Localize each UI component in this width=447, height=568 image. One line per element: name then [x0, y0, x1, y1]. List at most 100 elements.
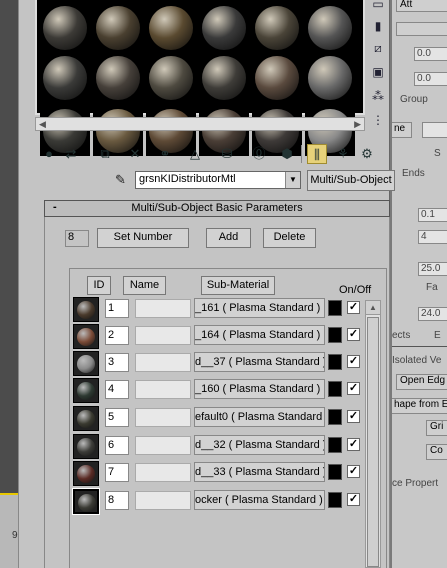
scroll-right-icon[interactable]: ▶	[354, 119, 361, 130]
add-button[interactable]: Add	[206, 228, 251, 248]
show-map-in-viewport-icon[interactable]: ⬢	[277, 144, 297, 164]
collapse-icon[interactable]: -	[53, 200, 57, 215]
material-name-dropdown[interactable]: grsnKIDistributorMtl ▼	[135, 171, 301, 189]
sub-material-button[interactable]: d__37 ( Plasma Standard )	[194, 352, 325, 372]
material-id-field[interactable]: 4	[105, 380, 129, 399]
enabled-checkbox[interactable]: ✓	[347, 438, 360, 451]
sample-slot[interactable]	[199, 53, 249, 103]
material-color-swatch[interactable]	[328, 492, 342, 508]
sub-material-swatch[interactable]	[73, 351, 99, 376]
sample-slot[interactable]	[40, 6, 90, 50]
sample-slot[interactable]	[305, 53, 355, 103]
material-count-field[interactable]: 8	[65, 230, 89, 247]
material-id-field[interactable]: 7	[105, 463, 129, 482]
material-id-field[interactable]: 1	[105, 299, 129, 318]
set-number-button[interactable]: Set Number	[97, 228, 189, 248]
sample-slot[interactable]	[146, 53, 196, 103]
sample-slot[interactable]	[252, 53, 302, 103]
scroll-up-icon[interactable]: ▲	[366, 301, 380, 315]
sub-material-button[interactable]: ocker ( Plasma Standard )	[194, 490, 325, 510]
get-material-icon[interactable]: ●	[39, 144, 59, 164]
backlight-icon[interactable]: ▮	[370, 18, 386, 34]
show-end-result-icon[interactable]: ⫼	[307, 144, 327, 164]
enabled-checkbox[interactable]: ✓	[347, 493, 360, 506]
enabled-checkbox[interactable]: ✓	[347, 301, 360, 314]
sub-material-swatch[interactable]	[73, 297, 99, 322]
sub-material-swatch[interactable]	[72, 488, 100, 515]
panel-spinner-5[interactable]: 25.0	[418, 262, 447, 276]
sub-material-swatch[interactable]	[73, 406, 99, 431]
sub-material-swatch[interactable]	[73, 378, 99, 403]
sub-material-swatch[interactable]	[73, 434, 99, 459]
make-preview-icon[interactable]: ⁂	[370, 88, 386, 104]
sub-material-swatch[interactable]	[73, 461, 99, 486]
material-name-field[interactable]	[135, 353, 191, 372]
scroll-left-icon[interactable]: ◀	[39, 119, 46, 130]
enabled-checkbox[interactable]: ✓	[347, 382, 360, 395]
enabled-checkbox[interactable]: ✓	[347, 328, 360, 341]
pick-material-eyedropper-icon[interactable]: ✎	[115, 172, 129, 188]
panel-spinner-1[interactable]: 0.0	[414, 47, 447, 61]
delete-button[interactable]: Delete	[263, 228, 316, 248]
panel-button[interactable]: ne	[392, 122, 412, 138]
make-unique-icon[interactable]: △	[185, 144, 205, 164]
panel-field[interactable]	[422, 122, 447, 138]
sample-slot[interactable]	[93, 53, 143, 103]
material-name-field[interactable]	[135, 299, 191, 318]
scrollbar-thumb[interactable]	[367, 317, 379, 567]
material-id-field[interactable]: 6	[105, 436, 129, 455]
material-name-field[interactable]	[135, 326, 191, 345]
material-name-field[interactable]	[135, 408, 191, 427]
sample-slot[interactable]	[199, 6, 249, 50]
material-color-swatch[interactable]	[328, 381, 342, 397]
sample-slots-grid[interactable]	[35, 0, 365, 156]
open-edges-button[interactable]: Open Edg	[396, 374, 447, 390]
sub-material-button[interactable]: _164 ( Plasma Standard )	[194, 325, 325, 345]
put-to-library-icon[interactable]: ⛁	[217, 144, 237, 164]
background-icon[interactable]: ⧄	[370, 40, 386, 56]
copy-material-icon[interactable]: ⚭	[155, 144, 175, 164]
material-name-field[interactable]	[135, 380, 191, 399]
chevron-down-icon[interactable]: ▼	[285, 172, 300, 188]
material-type-button[interactable]: Multi/Sub-Object	[307, 170, 395, 191]
enabled-checkbox[interactable]: ✓	[347, 355, 360, 368]
sample-type-icon[interactable]: ▭	[370, 0, 386, 12]
go-to-parent-icon[interactable]: ⚘	[333, 144, 353, 164]
video-color-check-icon[interactable]: ▣	[370, 64, 386, 80]
panel-spinner-6[interactable]: 24.0	[418, 307, 447, 321]
enabled-checkbox[interactable]: ✓	[347, 465, 360, 478]
sub-material-button[interactable]: _161 ( Plasma Standard )	[194, 298, 325, 318]
material-name-field[interactable]	[135, 491, 191, 510]
sample-slot[interactable]	[146, 6, 196, 50]
sub-material-button[interactable]: d__33 ( Plasma Standard )	[194, 462, 325, 482]
sample-slots-scrollbar[interactable]: ◀ ▶	[35, 117, 365, 131]
sub-material-button[interactable]: d__32 ( Plasma Standard )	[194, 435, 325, 455]
panel-spinner-2[interactable]: 0.0	[414, 72, 447, 86]
material-id-channel-icon[interactable]: ⓪	[249, 144, 269, 164]
sub-material-button[interactable]: efault0 ( Plasma Standard )	[194, 407, 325, 427]
material-id-field[interactable]: 2	[105, 326, 129, 345]
assign-to-selection-icon[interactable]: ⧉	[95, 144, 115, 164]
material-color-swatch[interactable]	[328, 327, 342, 343]
sub-material-scrollbar[interactable]: ▲	[365, 300, 381, 568]
material-id-field[interactable]: 8	[105, 491, 129, 510]
options-icon[interactable]: ⋮	[370, 112, 386, 128]
enabled-checkbox[interactable]: ✓	[347, 410, 360, 423]
material-color-swatch[interactable]	[328, 464, 342, 480]
material-color-swatch[interactable]	[328, 409, 342, 425]
panel-button[interactable]	[396, 22, 447, 36]
sample-slot[interactable]	[252, 6, 302, 50]
attach-button[interactable]: Att	[396, 0, 447, 12]
sub-material-button[interactable]: _160 ( Plasma Standard )	[194, 379, 325, 399]
panel-spinner-4[interactable]: 4	[418, 230, 447, 244]
reset-map-icon[interactable]: ✕	[125, 144, 145, 164]
material-id-field[interactable]: 3	[105, 353, 129, 372]
sample-slot[interactable]	[93, 6, 143, 50]
sample-slot[interactable]	[305, 6, 355, 50]
material-color-swatch[interactable]	[328, 300, 342, 316]
material-name-field[interactable]	[135, 463, 191, 482]
material-color-swatch[interactable]	[328, 437, 342, 453]
sample-slot[interactable]	[40, 53, 90, 103]
sort-by-submaterial-button[interactable]: Sub-Material	[201, 276, 275, 295]
grid-button[interactable]: Gri	[426, 420, 447, 436]
